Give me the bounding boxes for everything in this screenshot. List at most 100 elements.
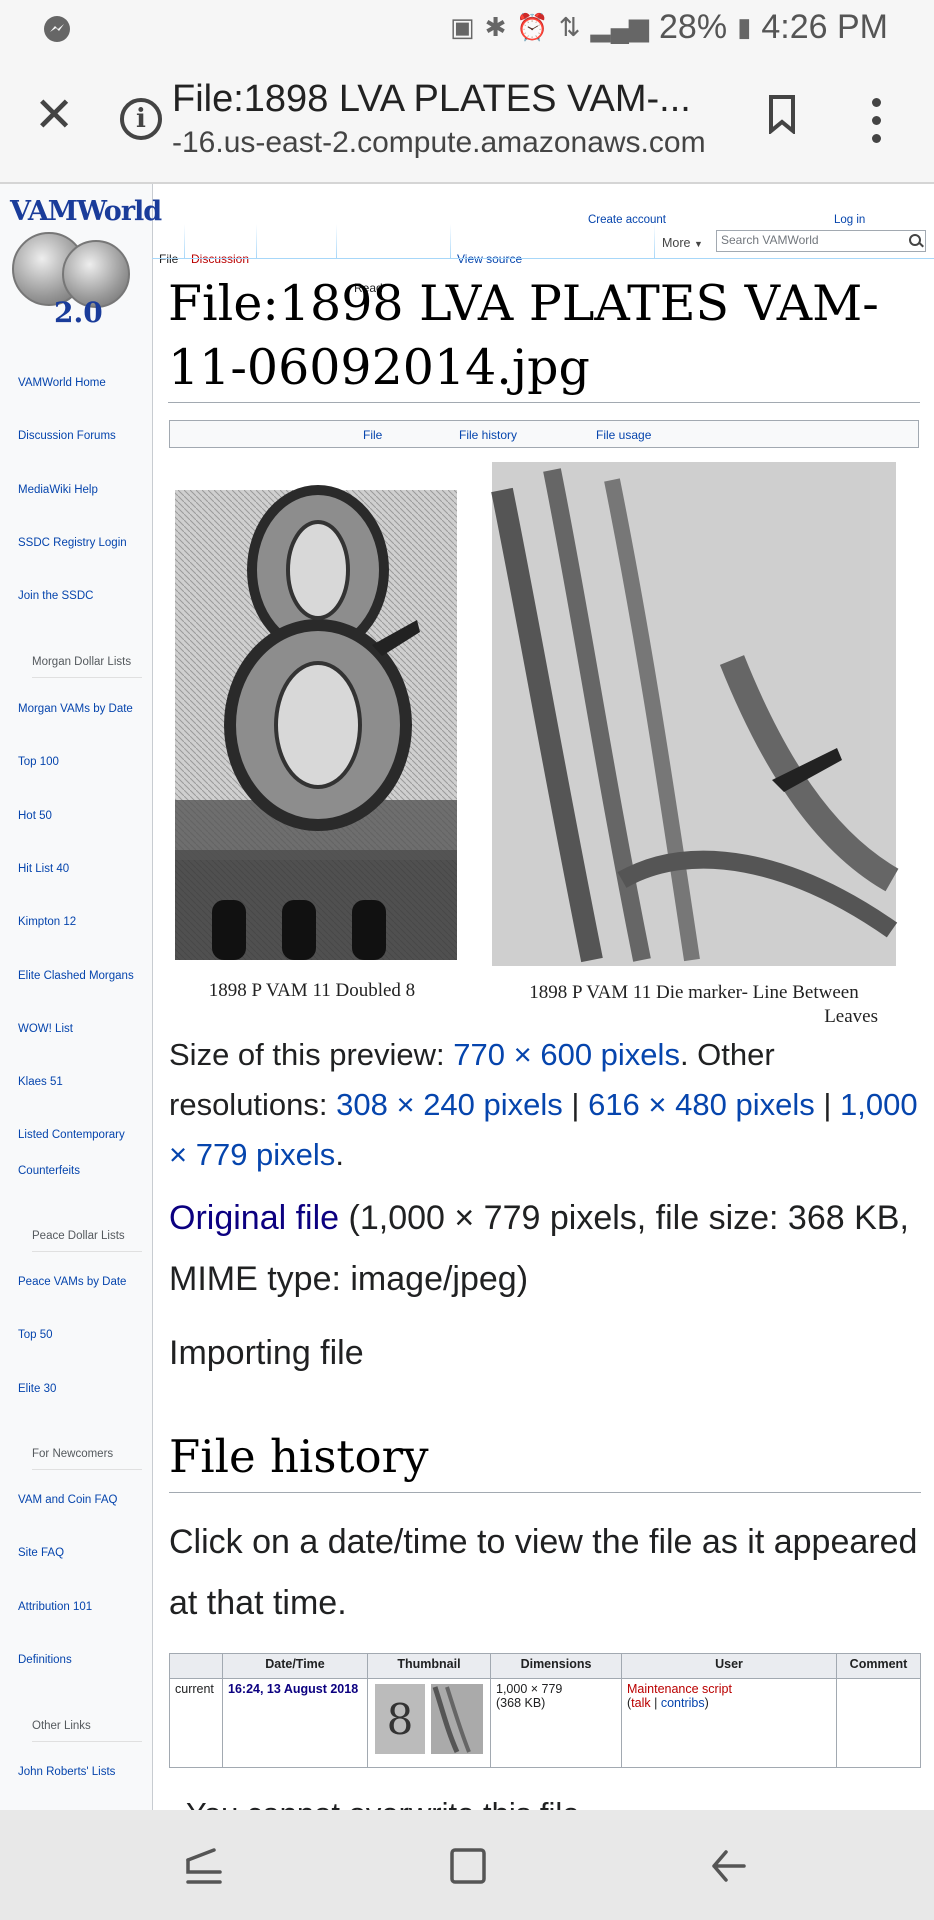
sidebar-item[interactable]: Listed Contemporary xyxy=(18,1129,125,1141)
login-link[interactable]: Log in xyxy=(834,214,865,226)
sidebar-heading-newcomers: For Newcomers xyxy=(32,1448,114,1460)
browser-toolbar: ✕ i File:1898 LVA PLATES VAM-... -16.us-… xyxy=(0,58,934,184)
sidebar-item[interactable]: MediaWiki Help xyxy=(18,484,98,496)
sidebar-item[interactable]: Morgan VAMs by Date xyxy=(18,703,133,715)
search-icon[interactable] xyxy=(909,234,921,246)
talk-link[interactable]: talk xyxy=(631,1696,650,1710)
row-datetime: 16:24, 13 August 2018 xyxy=(222,1678,368,1768)
sidebar-item[interactable]: Discussion Forums xyxy=(18,430,116,442)
import-note: Importing file xyxy=(169,1334,364,1372)
file-resolution-info: Size of this preview: 770 × 600 pixels. … xyxy=(169,1030,929,1180)
overflow-menu-icon[interactable] xyxy=(872,98,882,152)
back-icon[interactable] xyxy=(708,1846,748,1886)
sidebar-item[interactable]: Top 100 xyxy=(18,756,59,768)
row-status: current xyxy=(169,1678,223,1768)
res-308-link[interactable]: 308 × 240 pixels xyxy=(336,1087,563,1122)
file-history-heading: File history xyxy=(169,1430,429,1483)
col-header xyxy=(169,1653,223,1679)
preview-size-link[interactable]: 770 × 600 pixels xyxy=(453,1037,680,1072)
sidebar-item[interactable]: Attribution 101 xyxy=(18,1601,92,1613)
res-616-link[interactable]: 616 × 480 pixels xyxy=(588,1087,815,1122)
sidebar-item[interactable]: WOW! List xyxy=(18,1023,73,1035)
original-file-info: Original file (1,000 × 779 pixels, file … xyxy=(169,1188,929,1310)
separator: | xyxy=(562,1087,589,1122)
col-header: User xyxy=(621,1653,837,1679)
site-info-icon[interactable]: i xyxy=(120,98,162,140)
table-header-row: Date/Time Thumbnail Dimensions User Comm… xyxy=(169,1653,921,1679)
sidebar-item[interactable]: Elite Clashed Morgans xyxy=(18,970,134,982)
datetime-link[interactable]: 16:24, 13 August 2018 xyxy=(228,1682,358,1696)
file-toc: File File history File usage xyxy=(169,420,919,448)
page-title-bar[interactable]: File:1898 LVA PLATES VAM-... xyxy=(172,78,691,121)
sidebar-item[interactable]: VAM and Coin FAQ xyxy=(18,1494,118,1506)
toc-file[interactable]: File xyxy=(363,428,382,442)
sidebar-item[interactable]: Top 50 xyxy=(18,1329,53,1341)
row-comment xyxy=(836,1678,921,1768)
col-header: Dimensions xyxy=(490,1653,622,1679)
status-bar: ▣ ✱ ⏰ ⇅ ▂▄▆ 28% ▮ 4:26 PM xyxy=(0,0,934,58)
sidebar-heading-other: Other Links xyxy=(32,1720,91,1732)
toc-file-history[interactable]: File history xyxy=(459,428,517,442)
row-dimensions: 1,000 × 779 (368 KB) xyxy=(490,1678,622,1768)
sidebar-item[interactable]: Elite 30 xyxy=(18,1383,56,1395)
contribs-link[interactable]: contribs xyxy=(661,1696,705,1710)
alarm-icon: ⏰ xyxy=(516,12,549,42)
sidebar-item[interactable]: Klaes 51 xyxy=(18,1076,63,1088)
period: . xyxy=(335,1137,344,1172)
home-icon[interactable] xyxy=(448,1846,488,1886)
col-header: Comment xyxy=(836,1653,921,1679)
sidebar-item[interactable]: Hit List 40 xyxy=(18,863,69,875)
sidebar-item[interactable]: Counterfeits xyxy=(18,1165,80,1177)
svg-text:8: 8 xyxy=(387,1695,414,1744)
sidebar-item[interactable]: Definitions xyxy=(18,1654,72,1666)
bookmark-icon[interactable] xyxy=(768,94,796,134)
site-logo[interactable]: VAMWorld 2.0 xyxy=(10,196,162,329)
sidebar-item[interactable]: Join the SSDC xyxy=(18,590,93,602)
sidebar-heading-morgan: Morgan Dollar Lists xyxy=(32,656,132,668)
logo-version: 2.0 xyxy=(54,296,103,329)
col-header: Date/Time xyxy=(222,1653,368,1679)
bluetooth-icon: ✱ xyxy=(484,12,507,42)
tab-file[interactable]: File xyxy=(159,252,178,266)
caption-left: 1898 P VAM 11 Doubled 8 xyxy=(209,980,415,1001)
recent-apps-icon[interactable] xyxy=(184,1846,224,1886)
size-label: Size of this preview: xyxy=(169,1037,454,1072)
original-file-link[interactable]: Original file xyxy=(169,1199,339,1237)
file-preview-image[interactable]: 1898 P VAM 11 Doubled 8 1898 P VAM 11 Di… xyxy=(172,460,902,1032)
tab-view-source[interactable]: View source xyxy=(457,252,522,266)
page-title: File:1898 LVA PLATES VAM-11-06092014.jpg xyxy=(168,275,879,396)
system-nav-bar xyxy=(0,1810,934,1920)
row-thumbnail[interactable]: 8 xyxy=(367,1678,491,1768)
battery-saver-icon: ▣ xyxy=(450,12,475,42)
file-history-note: Click on a date/time to view the file as… xyxy=(169,1523,918,1622)
chevron-down-icon: ▼ xyxy=(693,239,703,249)
sidebar-heading-peace: Peace Dollar Lists xyxy=(32,1230,125,1242)
lte-icon: ⇅ xyxy=(558,12,581,42)
search-placeholder: Search VAMWorld xyxy=(721,233,819,247)
sidebar: VAMWorld 2.0 xyxy=(0,184,162,1810)
search-input[interactable]: Search VAMWorld xyxy=(716,230,926,252)
sidebar-item[interactable]: John Roberts' Lists xyxy=(18,1766,115,1778)
sidebar-item[interactable]: Kimpton 12 xyxy=(18,916,76,928)
sidebar-item[interactable]: Peace VAMs by Date xyxy=(18,1276,126,1288)
close-icon[interactable]: ✕ xyxy=(34,92,74,140)
table-row: current 16:24, 13 August 2018 8 1,000 × … xyxy=(169,1678,921,1768)
col-header: Thumbnail xyxy=(367,1653,491,1679)
thumbnail-image[interactable]: 8 xyxy=(373,1682,485,1760)
sidebar-item[interactable]: Site FAQ xyxy=(18,1547,64,1559)
sidebar-item[interactable]: Hot 50 xyxy=(18,810,52,822)
separator: | xyxy=(814,1087,841,1122)
size-value: (368 KB) xyxy=(496,1696,546,1710)
toc-file-usage[interactable]: File usage xyxy=(596,428,651,442)
battery-percent: 28% xyxy=(659,8,728,46)
sidebar-item[interactable]: SSDC Registry Login xyxy=(18,537,127,549)
battery-icon: ▮ xyxy=(737,12,752,42)
url-host[interactable]: -16.us-east-2.compute.amazonaws.com xyxy=(172,126,706,160)
tab-discussion[interactable]: Discussion xyxy=(191,252,249,266)
sidebar-item[interactable]: VAMWorld Home xyxy=(18,377,106,389)
more-menu[interactable]: More ▼ xyxy=(662,236,703,250)
more-label: More xyxy=(662,236,691,250)
clock: 4:26 PM xyxy=(761,8,888,46)
user-link[interactable]: Maintenance script xyxy=(627,1682,732,1696)
messenger-icon xyxy=(42,14,72,49)
